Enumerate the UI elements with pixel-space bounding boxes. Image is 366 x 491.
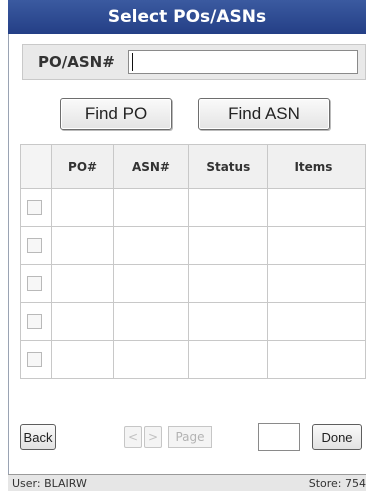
cell-po [51, 264, 114, 303]
table-row[interactable] [19, 226, 366, 265]
row-select-cell[interactable] [19, 188, 53, 227]
cell-asn [112, 340, 190, 379]
cell-items [267, 188, 366, 227]
column-header-select [19, 144, 53, 189]
cell-status [188, 302, 269, 341]
page-title: Select POs/ASNs [8, 0, 366, 34]
next-page-button[interactable]: > [144, 426, 162, 448]
row-checkbox[interactable] [27, 314, 42, 329]
cell-po [51, 302, 114, 341]
column-header-po[interactable]: PO# [51, 144, 114, 189]
cell-items [267, 264, 366, 303]
chevron-left-icon: < [127, 430, 139, 444]
table-row[interactable] [19, 340, 366, 379]
cell-items [267, 340, 366, 379]
cell-status [188, 340, 269, 379]
prev-page-button[interactable]: < [124, 426, 142, 448]
cell-po [51, 188, 114, 227]
row-select-cell[interactable] [19, 302, 53, 341]
cell-po [51, 226, 114, 265]
column-header-asn[interactable]: ASN# [112, 144, 190, 189]
column-header-status[interactable]: Status [188, 144, 269, 189]
cell-asn [112, 188, 190, 227]
cell-items [267, 226, 366, 265]
table-header-row: PO# ASN# Status Items [19, 144, 366, 189]
table-row[interactable] [19, 188, 366, 227]
chevron-right-icon: > [147, 430, 159, 444]
cell-asn [112, 226, 190, 265]
status-user: User: BLAIRW [12, 477, 87, 490]
find-po-button[interactable]: Find PO [60, 98, 172, 130]
row-checkbox[interactable] [27, 238, 42, 253]
find-asn-button[interactable]: Find ASN [198, 98, 330, 130]
po-asn-table: PO# ASN# Status Items [19, 144, 366, 379]
po-asn-label: PO/ASN# [38, 53, 115, 71]
cell-status [188, 226, 269, 265]
back-button[interactable]: Back [20, 424, 56, 450]
cell-asn [112, 264, 190, 303]
row-select-cell[interactable] [19, 264, 53, 303]
page-number-input[interactable] [258, 423, 300, 451]
cell-items [267, 302, 366, 341]
table-row[interactable] [19, 264, 366, 303]
cell-status [188, 188, 269, 227]
row-select-cell[interactable] [19, 226, 53, 265]
row-checkbox[interactable] [27, 200, 42, 215]
row-checkbox[interactable] [27, 276, 42, 291]
row-checkbox[interactable] [27, 352, 42, 367]
table-row[interactable] [19, 302, 366, 341]
status-bar: User: BLAIRW Store: 754 [8, 474, 366, 491]
text-caret [132, 53, 133, 71]
po-asn-input[interactable] [128, 50, 358, 74]
row-select-cell[interactable] [19, 340, 53, 379]
done-button[interactable]: Done [312, 424, 362, 450]
cell-status [188, 264, 269, 303]
cell-asn [112, 302, 190, 341]
column-header-items[interactable]: Items [267, 144, 366, 189]
page-button[interactable]: Page [168, 426, 212, 448]
cell-po [51, 340, 114, 379]
status-store: Store: 754 [308, 477, 366, 490]
